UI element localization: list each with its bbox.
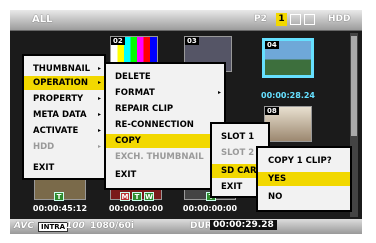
submenu-arrow-icon: ▸ <box>97 127 101 134</box>
menu-item-delete[interactable]: DELETE <box>106 70 224 84</box>
menu-item-exit[interactable]: EXIT <box>106 168 224 182</box>
clip-number: 03 <box>185 37 199 45</box>
menu-item-repair-clip[interactable]: REPAIR CLIP <box>106 102 224 116</box>
menu-item-label: RE-CONNECTION <box>115 120 194 130</box>
operation-submenu: DELETE FORMAT ▸ REPAIR CLIP RE-CONNECTION… <box>104 62 226 190</box>
main-menu-exit-area: EXIT <box>22 160 106 180</box>
menu-item-label: COPY <box>115 136 141 146</box>
intra-badge: INTRA <box>38 222 69 232</box>
menu-item-re-connection[interactable]: RE-CONNECTION <box>106 118 224 132</box>
camera-lcd-screen: ALL P2 1 HDD 02 03 04 00:00:00 00:00:28.… <box>10 10 362 234</box>
submenu-arrow-icon: ▸ <box>97 79 101 86</box>
menu-item-label: ACTIVATE <box>33 126 79 136</box>
menu-item-meta-data[interactable]: META DATA ▸ <box>24 108 104 122</box>
menu-item-thumbnail[interactable]: THUMBNAIL ▸ <box>24 62 104 76</box>
submenu-arrow-icon: ▸ <box>97 95 101 102</box>
clip-number: 08 <box>265 107 279 115</box>
menu-item-property[interactable]: PROPERTY ▸ <box>24 92 104 106</box>
confirm-question: COPY 1 CLIP? <box>268 156 332 166</box>
scrollbar-thumb[interactable] <box>351 36 357 136</box>
codec-label: AVC <box>14 221 34 231</box>
menu-item-label: DELETE <box>115 72 151 82</box>
video-format: 1080/60i <box>90 221 134 231</box>
submenu-arrow-icon: ▸ <box>97 143 101 150</box>
menu-item-exit[interactable]: EXIT <box>24 161 104 175</box>
hdd-label: HDD <box>328 14 351 24</box>
menu-item-label: OPERATION <box>33 78 89 88</box>
menu-item-copy[interactable]: COPY▸ <box>106 134 224 148</box>
menu-item-label: PROPERTY <box>33 94 84 104</box>
slot-box-icon <box>304 14 315 25</box>
clip-timecode: 00:00:45:12 <box>32 204 88 213</box>
clip-timecode: 00:00:00:00 <box>182 204 238 213</box>
menu-item-label: EXIT <box>221 182 243 192</box>
menu-item-label: FORMAT <box>115 88 155 98</box>
marker-badge: M <box>120 192 130 201</box>
menu-item-slot-1[interactable]: SLOT 1 <box>212 130 268 144</box>
confirm-no-button[interactable]: NO <box>258 190 350 204</box>
menu-item-label: EXCH. THUMBNAIL <box>115 152 204 162</box>
submenu-arrow-icon: ▸ <box>97 111 101 118</box>
menu-item-exch-thumbnail: EXCH. THUMBNAIL <box>106 150 224 164</box>
duration-value: 00:00:29.28 <box>210 220 277 230</box>
p2-label: P2 <box>254 14 267 24</box>
slot-box-icon <box>290 14 301 25</box>
menu-item-activate[interactable]: ACTIVATE ▸ <box>24 124 104 138</box>
menu-item-label: REPAIR CLIP <box>115 104 174 114</box>
bitrate-label: 100 <box>66 221 85 231</box>
clip-thumbnail-selected[interactable]: 04 <box>262 38 314 78</box>
text-memo-badge: T <box>132 192 142 201</box>
menu-item-label: SLOT 2 <box>221 148 255 158</box>
text-memo-badge: T <box>54 192 64 201</box>
copy-confirm-dialog: COPY 1 CLIP? YES NO <box>256 146 352 212</box>
clip-number: 04 <box>265 41 279 49</box>
status-bar: ALL P2 1 HDD <box>10 10 362 31</box>
submenu-arrow-icon: ▸ <box>217 89 221 96</box>
menu-item-label: SLOT 1 <box>221 132 255 142</box>
menu-item-hdd: HDD ▸ <box>24 140 104 154</box>
confirm-yes-button[interactable]: YES <box>258 172 350 186</box>
view-mode-title: ALL <box>32 14 53 25</box>
duration-label: DUR <box>190 221 212 231</box>
menu-item-label: EXIT <box>33 163 55 173</box>
menu-item-label: META DATA <box>33 110 87 120</box>
menu-item-label: THUMBNAIL <box>33 64 91 74</box>
menu-item-label: HDD <box>33 142 55 152</box>
warning-badge: W <box>144 192 154 201</box>
clip-timecode: 00:00:00:00 <box>108 204 164 213</box>
submenu-arrow-icon: ▸ <box>97 65 101 72</box>
clip-timecode-selected: 00:00:28.24 <box>261 91 315 100</box>
clip-thumbnail[interactable]: 08 <box>264 106 312 142</box>
main-menu: THUMBNAIL ▸ OPERATION ▸ PROPERTY ▸ META DAT… <box>22 54 106 162</box>
recording-info-bar: AVC INTRA 100 1080/60i DUR 00:00:29.28 <box>10 219 362 234</box>
menu-item-operation[interactable]: OPERATION ▸ <box>24 76 104 90</box>
menu-item-format[interactable]: FORMAT ▸ <box>106 86 224 100</box>
menu-item-label: EXIT <box>115 170 137 180</box>
slot-indicator: 1 <box>276 13 287 26</box>
clip-number: 02 <box>111 37 125 45</box>
